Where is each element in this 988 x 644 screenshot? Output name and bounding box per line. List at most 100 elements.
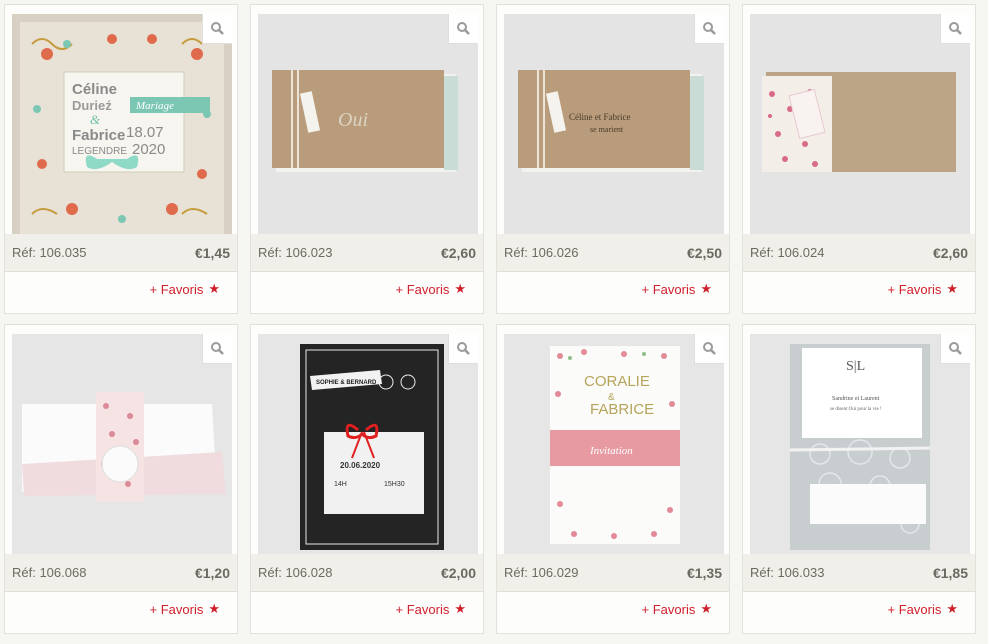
favoris-label: + Favoris (641, 281, 696, 297)
svg-text:14H: 14H (334, 481, 347, 488)
product-price: €2,60 (932, 244, 968, 261)
card-illustration-pink-envelope (12, 334, 232, 554)
add-to-favorites-button[interactable]: + Favoris ★ (642, 601, 712, 617)
add-to-favorites-button[interactable]: + Favoris ★ (642, 281, 712, 297)
card-illustration-floral-invitation: CORALIE & FABRICE Invitation (504, 334, 724, 554)
star-icon: ★ (700, 281, 712, 296)
favoris-label: + Favoris (395, 281, 450, 297)
star-icon: ★ (700, 601, 712, 616)
svg-text:Mariage: Mariage (135, 100, 174, 112)
product-card[interactable]: CORALIE & FABRICE Invitation Réf: 106.02… (496, 324, 730, 634)
product-ref: Réf: 106.023 (258, 245, 333, 260)
product-ref: Réf: 106.035 (12, 245, 87, 260)
product-image[interactable]: Céline et Fabrice se marient (504, 14, 724, 234)
zoom-button[interactable] (202, 14, 232, 44)
svg-text:Sandrine et Laurent: Sandrine et Laurent (832, 396, 880, 402)
magnifier-icon (457, 22, 470, 35)
add-to-favorites-button[interactable]: + Favoris ★ (888, 281, 958, 297)
favoris-label: + Favoris (149, 601, 204, 617)
product-price: €1,85 (932, 564, 968, 581)
product-card[interactable]: Oui Réf: 106.023 €2,60 + Favoris ★ (250, 4, 484, 314)
product-image[interactable] (12, 334, 232, 554)
svg-text:20.06.2020: 20.06.2020 (340, 461, 381, 470)
product-card[interactable]: Réf: 106.024 €2,60 + Favoris ★ (742, 4, 976, 314)
favoris-label: + Favoris (641, 601, 696, 617)
svg-text:LEGENDRE: LEGENDRE (72, 146, 127, 157)
card-illustration-kraft-envelope: Oui (258, 14, 478, 234)
product-image[interactable]: Céline Durieź & Fabrice LEGENDRE Mariage… (12, 14, 232, 234)
svg-text:Céline: Céline (72, 81, 117, 98)
zoom-button[interactable] (448, 14, 478, 44)
magnifier-icon (211, 22, 224, 35)
product-ref: Réf: 106.033 (750, 565, 825, 580)
svg-text:CORALIE: CORALIE (584, 373, 650, 390)
svg-text:Invitation: Invitation (589, 445, 633, 457)
product-info: Réf: 106.024 €2,60 (743, 234, 975, 272)
favoris-label: + Favoris (149, 281, 204, 297)
svg-text:Oui: Oui (338, 109, 368, 131)
product-info: Réf: 106.028 €2,00 (251, 554, 483, 592)
product-price: €1,20 (194, 564, 230, 581)
product-price: €2,60 (440, 244, 476, 261)
zoom-button[interactable] (694, 14, 724, 44)
zoom-button[interactable] (448, 334, 478, 364)
product-info: Réf: 106.029 €1,35 (497, 554, 729, 592)
add-to-favorites-button[interactable]: + Favoris ★ (150, 281, 220, 297)
card-illustration-floral-frame: Céline Durieź & Fabrice LEGENDRE Mariage… (12, 14, 232, 234)
zoom-button[interactable] (940, 14, 970, 44)
magnifier-icon (457, 342, 470, 355)
product-ref: Réf: 106.028 (258, 565, 333, 580)
product-price: €1,45 (194, 244, 230, 261)
product-card[interactable]: Céline Durieź & Fabrice LEGENDRE Mariage… (4, 4, 238, 314)
svg-text:Durieź: Durieź (72, 98, 112, 113)
card-illustration-floral-kraft (750, 14, 970, 234)
product-card[interactable]: Réf: 106.068 €1,20 + Favoris ★ (4, 324, 238, 634)
card-illustration-silver-pocket: S|L Sandrine et Laurent se disent Oui po… (750, 334, 970, 554)
zoom-button[interactable] (202, 334, 232, 364)
product-price: €2,00 (440, 564, 476, 581)
star-icon: ★ (946, 281, 958, 296)
product-info: Réf: 106.033 €1,85 (743, 554, 975, 592)
product-info: Réf: 106.068 €1,20 (5, 554, 237, 592)
magnifier-icon (211, 342, 224, 355)
product-image[interactable]: Oui (258, 14, 478, 234)
product-ref: Réf: 106.024 (750, 245, 825, 260)
add-to-favorites-button[interactable]: + Favoris ★ (396, 601, 466, 617)
product-image[interactable]: CORALIE & FABRICE Invitation (504, 334, 724, 554)
product-ref: Réf: 106.029 (504, 565, 579, 580)
svg-text:S|L: S|L (846, 359, 865, 374)
star-icon: ★ (946, 601, 958, 616)
favoris-label: + Favoris (887, 601, 942, 617)
magnifier-icon (949, 22, 962, 35)
favoris-label: + Favoris (887, 281, 942, 297)
zoom-button[interactable] (694, 334, 724, 364)
magnifier-icon (703, 22, 716, 35)
svg-text:Fabrice: Fabrice (72, 127, 125, 144)
product-image[interactable]: S|L Sandrine et Laurent se disent Oui po… (750, 334, 970, 554)
product-image[interactable]: SOPHIE & BERNARD 20.06.2020 14H 15H30 (258, 334, 478, 554)
product-info: Réf: 106.035 €1,45 (5, 234, 237, 272)
svg-text:se disent Oui pour la vie !: se disent Oui pour la vie ! (830, 407, 882, 412)
product-info: Réf: 106.023 €2,60 (251, 234, 483, 272)
magnifier-icon (703, 342, 716, 355)
magnifier-icon (949, 342, 962, 355)
star-icon: ★ (208, 281, 220, 296)
product-card[interactable]: S|L Sandrine et Laurent se disent Oui po… (742, 324, 976, 634)
star-icon: ★ (208, 601, 220, 616)
svg-text:se marient: se marient (590, 125, 624, 134)
star-icon: ★ (454, 281, 466, 296)
add-to-favorites-button[interactable]: + Favoris ★ (888, 601, 958, 617)
product-card[interactable]: SOPHIE & BERNARD 20.06.2020 14H 15H30 Ré… (250, 324, 484, 634)
zoom-button[interactable] (940, 334, 970, 364)
product-grid: Céline Durieź & Fabrice LEGENDRE Mariage… (0, 0, 988, 644)
add-to-favorites-button[interactable]: + Favoris ★ (150, 601, 220, 617)
product-image[interactable] (750, 14, 970, 234)
svg-text:SOPHIE & BERNARD: SOPHIE & BERNARD (316, 380, 377, 386)
product-card[interactable]: Céline et Fabrice se marient Réf: 106.02… (496, 4, 730, 314)
product-info: Réf: 106.026 €2,50 (497, 234, 729, 272)
svg-text:2020: 2020 (132, 141, 165, 158)
star-icon: ★ (454, 601, 466, 616)
svg-text:18.07: 18.07 (126, 124, 164, 141)
add-to-favorites-button[interactable]: + Favoris ★ (396, 281, 466, 297)
product-price: €2,50 (686, 244, 722, 261)
